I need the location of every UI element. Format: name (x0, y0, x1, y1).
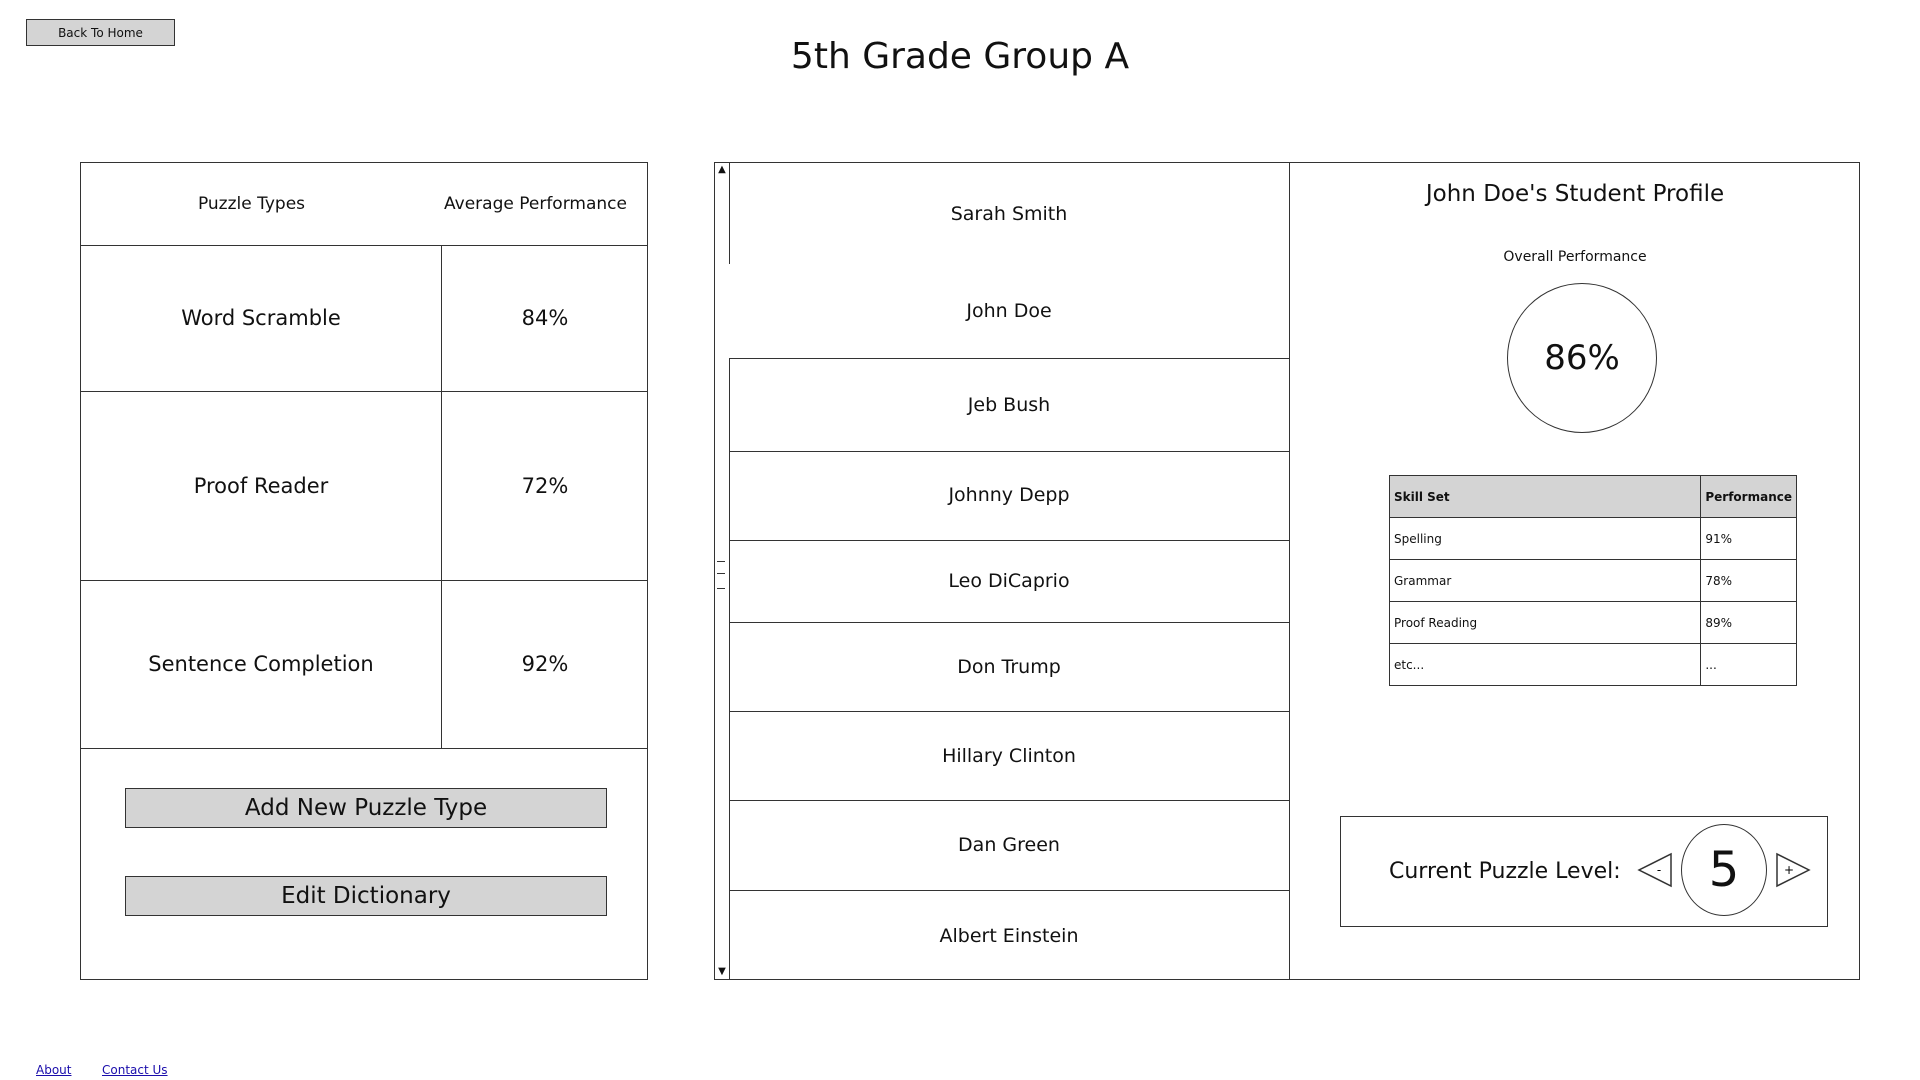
puzzle-types-panel: Puzzle Types Average Performance Word Sc… (80, 162, 648, 980)
edit-dictionary-button[interactable]: Edit Dictionary (125, 876, 607, 916)
student-item-leo-dicaprio[interactable]: Leo DiCaprio (729, 540, 1289, 623)
about-link[interactable]: About (36, 1063, 71, 1077)
current-level-value: 5 (1681, 824, 1767, 916)
student-list-scrollbar[interactable]: ▲ ▼ (715, 163, 730, 979)
student-item-don-trump[interactable]: Don Trump (729, 622, 1289, 712)
triangle-left-icon: - (1637, 852, 1672, 888)
overall-performance-label: Overall Performance (1503, 249, 1647, 265)
skill-name: Proof Reading (1388, 601, 1702, 644)
performance-header: Performance (1700, 475, 1797, 518)
scroll-up-icon[interactable]: ▲ (715, 163, 729, 177)
scroll-down-icon[interactable]: ▼ (715, 965, 729, 979)
contact-us-link[interactable]: Contact Us (102, 1063, 168, 1077)
decrease-level-button[interactable]: - (1637, 852, 1673, 888)
skill-name: Spelling (1388, 517, 1702, 560)
puzzle-type-cell: Word Scramble (81, 245, 442, 391)
skill-name: Grammar (1388, 559, 1702, 602)
puzzle-types-column-header: Puzzle Types (197, 194, 306, 214)
skill-table-header: Skill Set Performance (1388, 475, 1797, 518)
student-item-johnny-depp[interactable]: Johnny Depp (729, 450, 1289, 541)
current-puzzle-level-label: Current Puzzle Level: (1389, 859, 1621, 884)
puzzle-row[interactable]: Proof Reader 72% (81, 391, 647, 581)
student-item-sarah-smith[interactable]: Sarah Smith (729, 163, 1289, 265)
puzzle-type-cell: Sentence Completion (81, 580, 442, 748)
puzzle-type-cell: Proof Reader (81, 391, 442, 580)
add-new-puzzle-type-button[interactable]: Add New Puzzle Type (125, 788, 607, 828)
page-title: 5th Grade Group A (790, 36, 1130, 77)
puzzle-row[interactable]: Sentence Completion 92% (81, 580, 647, 749)
overall-performance-value: 86% (1507, 283, 1657, 433)
students-panel: ▲ ▼ Sarah Smith John Doe Jeb Bush Johnny… (714, 162, 1860, 980)
skill-name: etc... (1388, 643, 1702, 686)
table-row: Proof Reading 89% (1388, 601, 1797, 644)
student-item-jeb-bush[interactable]: Jeb Bush (729, 358, 1289, 452)
table-row: Grammar 78% (1388, 559, 1797, 602)
profile-title: John Doe's Student Profile (1425, 181, 1725, 207)
puzzle-performance-cell: 84% (521, 306, 569, 330)
student-item-albert-einstein[interactable]: Albert Einstein (729, 890, 1289, 981)
skill-set-header: Skill Set (1388, 475, 1702, 518)
student-list: Sarah Smith John Doe Jeb Bush Johnny Dep… (729, 163, 1290, 979)
puzzle-level-box: Current Puzzle Level: - 5 + (1340, 816, 1828, 927)
student-profile: John Doe's Student Profile Overall Perfo… (1289, 163, 1861, 979)
puzzle-performance-cell: 72% (521, 473, 569, 498)
student-item-hillary-clinton[interactable]: Hillary Clinton (729, 711, 1289, 801)
increase-level-button[interactable]: + (1775, 852, 1811, 888)
skill-table: Skill Set Performance Spelling 91% Gramm… (1388, 475, 1797, 686)
triangle-right-icon: + (1776, 852, 1811, 888)
puzzle-table-header: Puzzle Types Average Performance (81, 163, 647, 246)
average-performance-column-header: Average Performance (444, 194, 627, 214)
table-row: etc... ... (1388, 643, 1797, 686)
skill-performance: 89% (1700, 601, 1797, 644)
puzzle-row[interactable]: Word Scramble 84% (81, 245, 647, 392)
scroll-grip-icon[interactable] (717, 561, 725, 589)
skill-performance: 91% (1700, 517, 1797, 560)
increase-symbol: + (1784, 863, 1794, 877)
puzzle-performance-cell: 92% (521, 652, 569, 676)
student-item-dan-green[interactable]: Dan Green (729, 800, 1289, 891)
skill-performance: ... (1700, 643, 1797, 686)
student-item-john-doe[interactable]: John Doe (729, 264, 1289, 358)
skill-performance: 78% (1700, 559, 1797, 602)
decrease-symbol: - (1657, 863, 1661, 877)
table-row: Spelling 91% (1388, 517, 1797, 560)
